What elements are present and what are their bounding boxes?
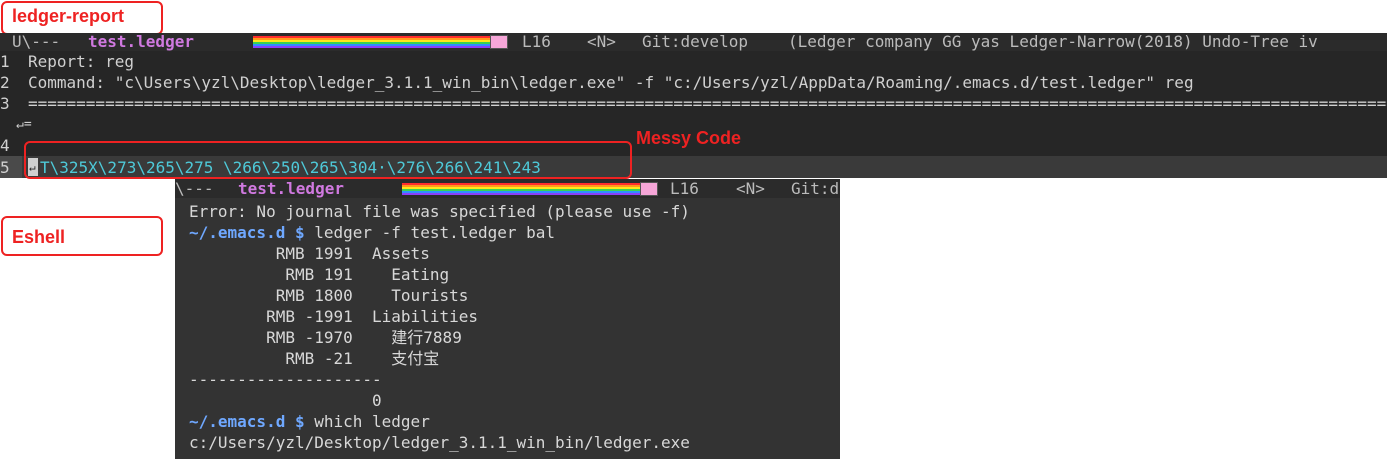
report-line-3-wrap[interactable]: ↵= bbox=[16, 114, 32, 135]
balance-row: RMB -21 支付宝 bbox=[189, 349, 440, 368]
eshell-modeline-git-branch[interactable]: Git:d bbox=[791, 179, 839, 198]
eshell-prompt: ~/.emacs.d $ bbox=[189, 223, 305, 242]
which-output-line: c:/Users/yzl/Desktop/ledger_3.1.1_win_bi… bbox=[189, 433, 690, 452]
balance-row: RMB 191 Eating bbox=[189, 265, 450, 284]
balance-row: RMB -1970 建行7889 bbox=[189, 328, 462, 347]
line-number-1: 1 bbox=[0, 52, 10, 71]
eshell-modeline-state: \--- bbox=[175, 179, 214, 198]
nyan-progress-bar bbox=[253, 36, 490, 48]
eshell-modeline: \--- test.ledger L16 <N> Git:d bbox=[175, 179, 840, 198]
balance-separator: -------------------- bbox=[189, 370, 382, 389]
modeline-git-branch[interactable]: Git:develop bbox=[642, 33, 748, 51]
eshell-modeline-buffer-name[interactable]: test.ledger bbox=[238, 179, 344, 198]
eshell-annotation-label: Eshell bbox=[12, 227, 66, 247]
line-number-4: 4 bbox=[0, 136, 10, 155]
eshell-nyan-cat-icon bbox=[640, 182, 658, 196]
line-number-5: 5 bbox=[0, 158, 10, 177]
eshell-modeline-line-number: L16 bbox=[670, 179, 699, 198]
modeline-evil-state: <N> bbox=[587, 33, 616, 51]
eshell-prompt-line-1[interactable]: ~/.emacs.d $ ledger -f test.ledger bal bbox=[189, 222, 555, 243]
messy-code-annotation-box bbox=[24, 141, 632, 179]
eshell-modeline-evil-state: <N> bbox=[736, 179, 765, 198]
balance-row: RMB 1800 Tourists bbox=[189, 286, 469, 305]
messy-code-annotation-label: Messy Code bbox=[636, 128, 742, 148]
modeline-buffer-name[interactable]: test.ledger bbox=[88, 33, 194, 51]
report-line-2[interactable]: Command: "c\Users\yzl\Desktop\ledger_3.1… bbox=[28, 72, 1194, 93]
eshell-buffer[interactable]: Error: No journal file was specified (pl… bbox=[175, 198, 840, 459]
eshell-prompt: ~/.emacs.d $ bbox=[189, 412, 305, 431]
eshell-command[interactable]: which ledger bbox=[305, 412, 430, 431]
modeline-modes[interactable]: (Ledger company GG yas Ledger-Narrow(201… bbox=[788, 33, 1318, 51]
line-number-3: 3 bbox=[0, 94, 10, 113]
ledger-report-annotation-label: ledger-report bbox=[12, 6, 125, 26]
modeline-state: U\--- bbox=[12, 33, 61, 51]
report-line-1[interactable]: Report: reg bbox=[28, 51, 134, 72]
balance-row: RMB 1991 Assets bbox=[189, 244, 430, 263]
nyan-cat-icon bbox=[490, 35, 508, 49]
report-line-3[interactable]: ========================================… bbox=[28, 93, 1387, 114]
eshell-command[interactable]: ledger -f test.ledger bal bbox=[305, 223, 555, 242]
balance-row: RMB -1991 Liabilities bbox=[189, 307, 478, 326]
eshell-error-line: Error: No journal file was specified (pl… bbox=[189, 202, 690, 221]
line-number-2: 2 bbox=[0, 73, 10, 92]
balance-total: 0 bbox=[189, 391, 382, 410]
eshell-nyan-progress-bar bbox=[402, 183, 640, 195]
eshell-prompt-line-2[interactable]: ~/.emacs.d $ which ledger bbox=[189, 411, 430, 432]
top-modeline: U\--- test.ledger L16 <N> Git:develop (L… bbox=[0, 33, 1387, 51]
modeline-line-number: L16 bbox=[522, 33, 551, 51]
